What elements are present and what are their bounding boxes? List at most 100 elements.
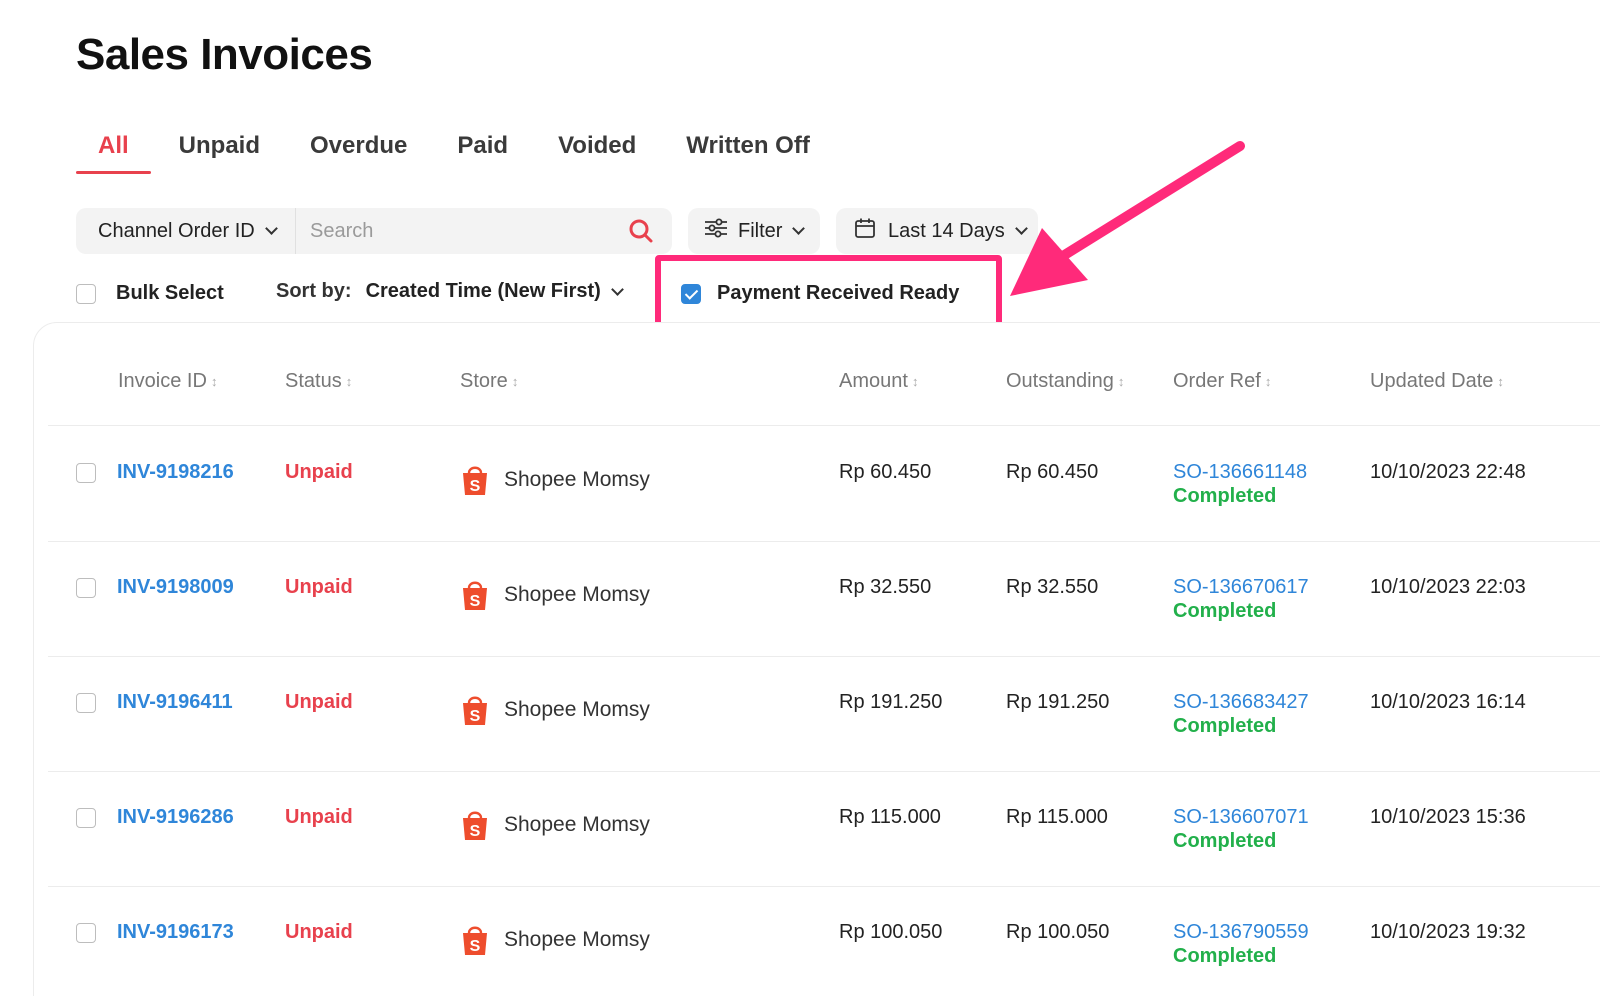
order-status: Completed [1173,600,1277,622]
invoice-id-link[interactable]: INV-9198009 [117,576,234,599]
sort-icon: ↕ [1264,374,1272,389]
svg-text:S: S [470,708,481,725]
tab-all[interactable]: All [76,126,151,174]
chevron-down-icon [792,222,806,235]
payment-received-ready-toggle[interactable]: Payment Received Ready [681,282,959,305]
payment-received-ready-label: Payment Received Ready [717,282,960,304]
order-ref-link[interactable]: SO-136607071 [1173,806,1309,829]
row-checkbox[interactable] [76,578,96,598]
sort-icon: ↕ [511,374,519,389]
row-checkbox[interactable] [76,463,96,483]
chevron-down-icon [264,222,278,235]
row-checkbox[interactable] [76,923,96,943]
order-status: Completed [1173,485,1277,507]
svg-text:S: S [470,938,481,955]
table-row: INV-9196411 Unpaid S Shopee Momsy Rp 191… [48,657,1600,772]
order-ref-link[interactable]: SO-136683427 [1173,691,1309,714]
outstanding: Rp 115.000 [1006,806,1108,828]
filter-button[interactable]: Filter [688,208,820,254]
updated-date: 10/10/2023 19:32 [1370,921,1526,943]
amount: Rp 115.000 [839,806,941,828]
date-range-label: Last 14 Days [888,219,1005,242]
table-row: INV-9198009 Unpaid S Shopee Momsy Rp 32.… [48,542,1600,657]
search-field-select[interactable]: Channel Order ID [76,208,296,254]
svg-text:S: S [470,478,481,495]
order-ref-link[interactable]: SO-136661148 [1173,461,1307,484]
invoice-id-link[interactable]: INV-9198216 [117,461,234,484]
shopee-bag-icon: S [463,811,487,840]
tab-overdue[interactable]: Overdue [288,126,429,174]
store-cell: S Shopee Momsy [460,808,650,842]
invoice-id-link[interactable]: INV-9196173 [117,921,234,944]
invoice-status: Unpaid [285,691,353,713]
annotation-arrow-icon [1010,141,1245,296]
filter-sliders-icon [704,218,728,244]
col-amount[interactable]: Amount ↕ [839,370,918,393]
updated-date: 10/10/2023 22:03 [1370,576,1526,598]
tab-voided[interactable]: Voided [536,126,658,174]
invoice-id-link[interactable]: INV-9196286 [117,806,234,829]
updated-date: 10/10/2023 16:14 [1370,691,1526,713]
col-order-ref[interactable]: Order Ref ↕ [1173,370,1271,393]
shopee-bag-icon: S [463,696,487,725]
order-status: Completed [1173,830,1277,852]
col-updated-date[interactable]: Updated Date ↕ [1370,370,1504,393]
chevron-down-icon [610,282,624,296]
amount: Rp 60.450 [839,461,932,483]
invoice-status: Unpaid [285,806,353,828]
payment-received-ready-checkbox[interactable] [681,283,701,304]
tab-unpaid[interactable]: Unpaid [157,126,282,174]
store-name: Shopee Momsy [504,813,650,836]
table-header: Invoice ID ↕ Status ↕ Store ↕ Amount ↕ Outst… [48,356,1600,426]
order-ref-link[interactable]: SO-136670617 [1173,576,1309,599]
col-invoice-id[interactable]: Invoice ID ↕ [118,370,217,393]
search-input[interactable] [296,208,624,254]
search-bar: Channel Order ID [76,208,672,254]
col-status[interactable]: Status ↕ [285,370,352,393]
invoice-status: Unpaid [285,576,353,598]
sort-icon: ↕ [911,374,919,389]
outstanding: Rp 32.550 [1006,576,1099,598]
shopee-bag-icon: S [463,466,487,495]
outstanding: Rp 100.050 [1006,921,1110,943]
page-title: Sales Invoices [76,30,373,79]
invoice-status: Unpaid [285,921,353,943]
invoice-status: Unpaid [285,461,353,483]
table-row: INV-9196173 Unpaid S Shopee Momsy Rp 100… [48,887,1600,996]
outstanding: Rp 60.450 [1006,461,1099,483]
tab-written-off[interactable]: Written Off [664,126,832,174]
row-checkbox[interactable] [76,808,96,828]
updated-date: 10/10/2023 15:36 [1370,806,1526,828]
store-name: Shopee Momsy [504,928,650,951]
table-row: INV-9196286 Unpaid S Shopee Momsy Rp 115… [48,772,1600,887]
store-cell: S Shopee Momsy [460,693,650,727]
sort-icon: ↕ [345,374,353,389]
search-field-select-label: Channel Order ID [98,219,255,242]
shopee-bag-icon: S [463,926,487,955]
col-outstanding[interactable]: Outstanding ↕ [1006,370,1124,393]
amount: Rp 191.250 [839,691,943,713]
svg-text:S: S [470,593,481,610]
search-icon[interactable] [624,214,658,248]
sort-label: Sort by: [276,280,352,302]
shopee-bag-icon: S [463,581,487,610]
amount: Rp 100.050 [839,921,943,943]
tab-paid[interactable]: Paid [435,126,530,174]
svg-text:S: S [470,823,481,840]
order-ref-link[interactable]: SO-136790559 [1173,921,1309,944]
row-checkbox[interactable] [76,693,96,713]
invoice-id-link[interactable]: INV-9196411 [117,691,233,714]
store-name: Shopee Momsy [504,583,650,606]
outstanding: Rp 191.250 [1006,691,1110,713]
store-name: Shopee Momsy [504,468,650,491]
sort-control[interactable]: Sort by: Created Time (New First) [276,280,624,303]
store-name: Shopee Momsy [504,698,650,721]
sort-icon: ↕ [1497,374,1504,389]
calendar-icon [854,217,876,245]
bulk-select-checkbox[interactable] [76,283,96,304]
col-store[interactable]: Store ↕ [460,370,518,393]
store-cell: S Shopee Momsy [460,578,650,612]
table-row: INV-9198216 Unpaid S Shopee Momsy Rp 60.… [48,427,1600,542]
order-status: Completed [1173,945,1277,967]
bulk-select[interactable]: Bulk Select [76,282,224,305]
